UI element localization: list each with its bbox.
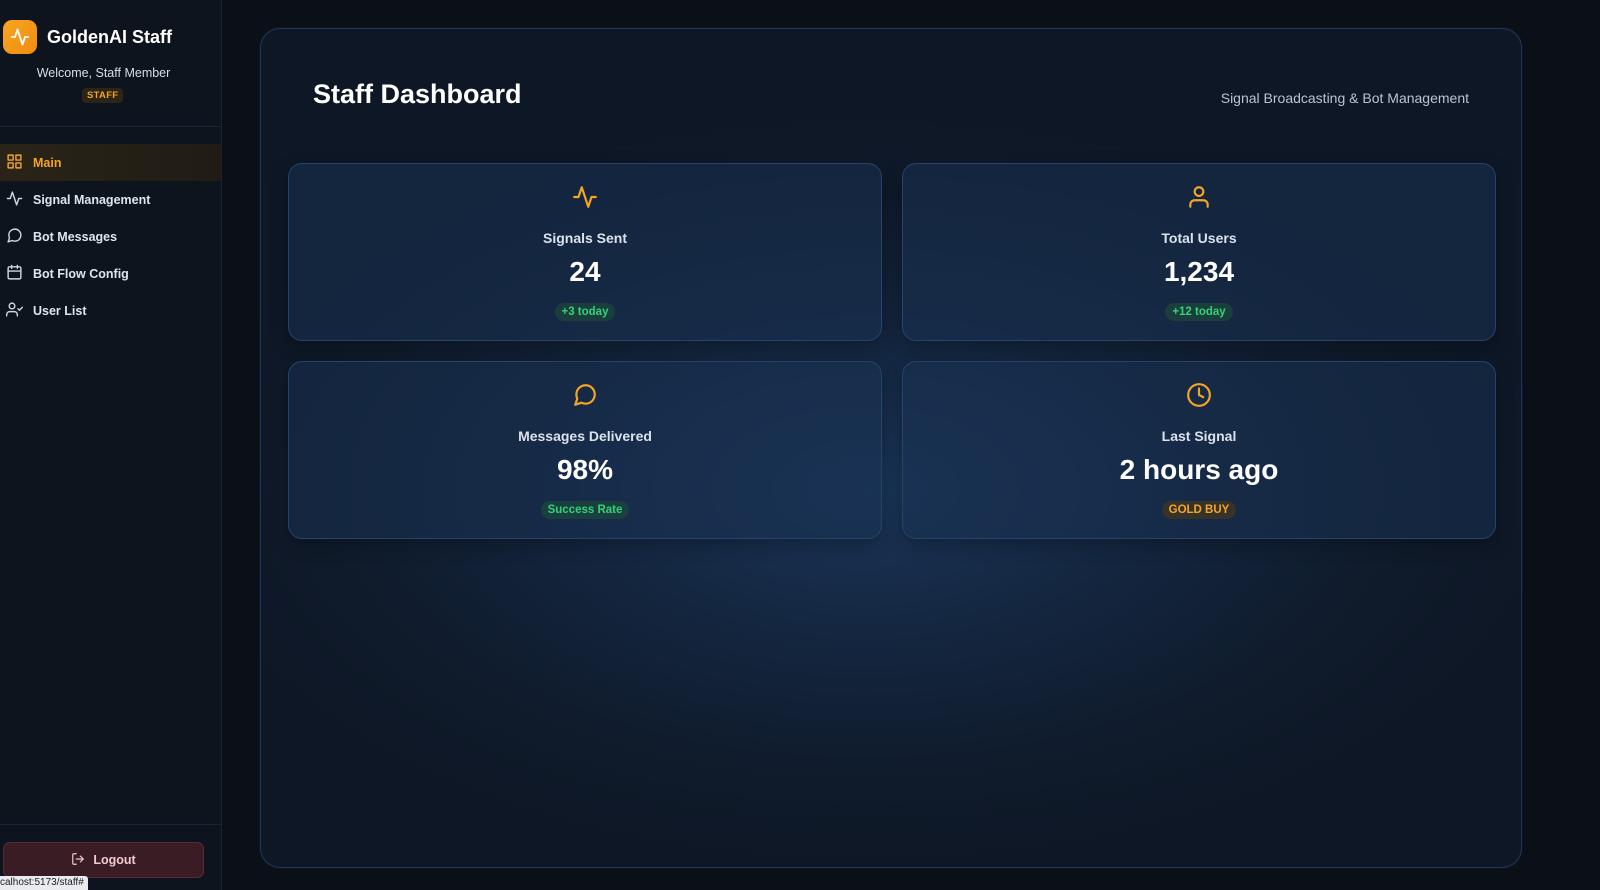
- sidebar-item-label: Signal Management: [33, 192, 151, 207]
- sidebar-divider: [0, 126, 221, 127]
- sidebar-item-user-list[interactable]: User List: [0, 292, 221, 329]
- role-badge: STAFF: [82, 88, 124, 103]
- activity-icon: [6, 190, 23, 210]
- activity-icon: [3, 20, 37, 54]
- logout-label: Logout: [93, 853, 136, 867]
- app-root: GoldenAI Staff Welcome, Staff Member STA…: [0, 0, 1600, 890]
- stat-badge: +3 today: [554, 303, 616, 321]
- stat-value: 24: [569, 256, 601, 287]
- sidebar-item-label: Bot Messages: [33, 229, 118, 244]
- logout-icon: [71, 852, 85, 869]
- stat-label: Messages Delivered: [518, 428, 652, 444]
- sidebar-nav: Main Signal Management Bot Messages Bot …: [0, 144, 221, 329]
- stat-card-last-signal: Last Signal 2 hours ago GOLD BUY: [902, 361, 1496, 539]
- sidebar: GoldenAI Staff Welcome, Staff Member STA…: [0, 0, 222, 890]
- stat-label: Signals Sent: [542, 230, 628, 246]
- stat-badge: GOLD BUY: [1161, 501, 1237, 519]
- brand[interactable]: GoldenAI Staff: [3, 20, 172, 54]
- sidebar-item-label: User List: [33, 303, 87, 318]
- stat-badge: Success Rate: [540, 501, 630, 519]
- activity-icon: [289, 184, 881, 210]
- calendar-icon: [6, 264, 23, 284]
- message-circle-icon: [6, 227, 23, 247]
- sidebar-item-signal-management[interactable]: Signal Management: [0, 181, 221, 218]
- user-check-icon: [6, 301, 23, 321]
- user-icon: [903, 184, 1495, 210]
- stat-card-total-users: Total Users 1,234 +12 today: [902, 163, 1496, 341]
- welcome-text: Welcome, Staff Member: [36, 66, 171, 80]
- stat-value: 2 hours ago: [1119, 454, 1279, 485]
- stat-card-signals-sent: Signals Sent 24 +3 today: [288, 163, 882, 341]
- sidebar-item-label: Main: [33, 155, 62, 170]
- stat-value: 1,234: [1163, 256, 1235, 287]
- stat-value: 98%: [556, 454, 614, 485]
- page-title: Staff Dashboard: [313, 79, 522, 109]
- main-content: Staff Dashboard Signal Broadcasting & Bo…: [222, 0, 1600, 890]
- stat-card-messages-delivered: Messages Delivered 98% Success Rate: [288, 361, 882, 539]
- clock-icon: [903, 382, 1495, 408]
- message-circle-icon: [289, 382, 881, 408]
- stat-label: Total Users: [1161, 230, 1237, 246]
- stat-label: Last Signal: [1161, 428, 1237, 444]
- status-bar-url: calhost:5173/staff#: [0, 876, 88, 890]
- sidebar-item-bot-messages[interactable]: Bot Messages: [0, 218, 221, 255]
- brand-title: GoldenAI Staff: [47, 26, 172, 47]
- grid-icon: [6, 153, 23, 173]
- stat-badge: +12 today: [1165, 303, 1233, 321]
- logout-button[interactable]: Logout: [3, 842, 204, 878]
- sidebar-item-label: Bot Flow Config: [33, 266, 129, 281]
- dashboard-panel: Staff Dashboard Signal Broadcasting & Bo…: [260, 28, 1522, 868]
- sidebar-item-main[interactable]: Main: [0, 144, 221, 181]
- sidebar-item-bot-flow-config[interactable]: Bot Flow Config: [0, 255, 221, 292]
- page-subtitle: Signal Broadcasting & Bot Management: [1220, 90, 1469, 106]
- sidebar-divider-bottom: [0, 824, 221, 825]
